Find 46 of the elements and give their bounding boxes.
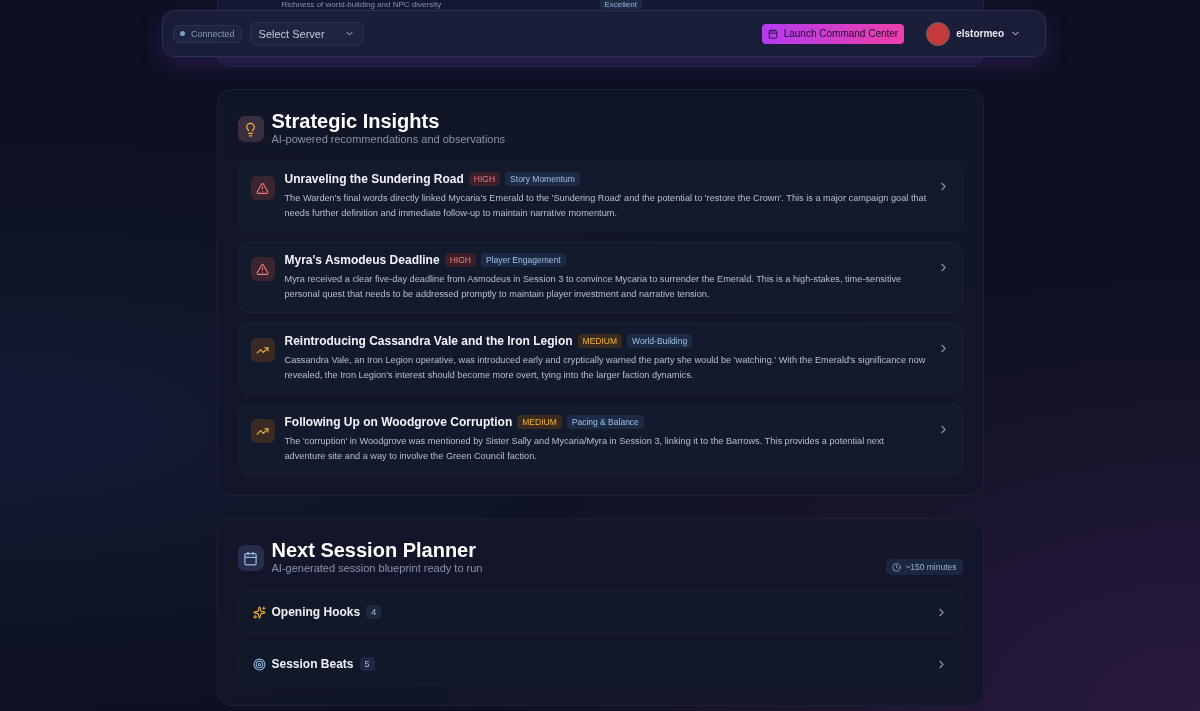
warning-icon — [250, 176, 275, 200]
insight-text: Myra received a clear five-day deadline from Asmodeus in Session 3 to convince Mycaria to surrender the Emerald. This is a high-stakes, time-sensitive personal quest that needs to be addressed promptly to maintain player investment and narrative tension. — [284, 273, 903, 301]
lightbulb-icon — [237, 116, 264, 142]
section-title: Next Session Planner — [271, 539, 478, 562]
planner-section[interactable]: Opening Hooks 4 — [237, 591, 963, 633]
insight-item[interactable] — [237, 242, 963, 313]
count-badge: 5 — [359, 657, 375, 671]
category-tag: Player Engagement — [480, 253, 566, 267]
launch-button[interactable]: Launch Command Center — [761, 23, 905, 44]
category-tag: World-Building — [627, 334, 693, 348]
insight-text: The 'corruption' in Woodgrove was mentioned by Sister Sally and Mycaria/Myra in Session 3, linking it to the Barrows. This provides a potential next adventure site and a way to involve the Green Council faction. — [284, 435, 886, 463]
trend-up-icon — [250, 419, 275, 443]
category-tag: Pacing & Balance — [566, 415, 644, 429]
rating-badge: Excellent — [599, 0, 642, 9]
category-tag: Story Momentum — [505, 172, 580, 186]
insight-title: Myra's Asmodeus Deadline — [284, 253, 440, 267]
section-title: Strategic Insights — [271, 110, 441, 133]
warning-icon — [250, 257, 275, 281]
duration-text: ~150 minutes — [905, 562, 957, 572]
clock-icon — [892, 562, 902, 572]
target-icon — [252, 657, 266, 671]
user-menu[interactable]: elstormeo — [920, 20, 1027, 47]
insight-title: Reintroducing Cassandra Vale and the Iron Legion — [284, 334, 573, 348]
insight-title: Following Up on Woodgrove Corruption — [284, 415, 513, 429]
server-select[interactable]: Select Server — [249, 21, 364, 46]
card-description: Richness of world-building and NPC diversity — [281, 0, 443, 9]
priority-badge: MEDIUM — [577, 334, 623, 348]
priority-badge: MEDIUM — [517, 415, 562, 429]
sparkles-icon — [252, 605, 266, 619]
insight-text: The Warden's final words directly linked Mycaria's Emerald to the 'Sundering Road' and the potential to 'restore the Crown'. This is a major campaign goal that needs further definition and immediate follow-up to maintain narrative momentum. — [284, 192, 927, 220]
trend-up-icon — [250, 338, 275, 362]
calendar-icon — [767, 28, 778, 39]
count-badge: 4 — [366, 605, 382, 619]
avatar — [926, 21, 951, 46]
insight-text: Cassandra Vale, an Iron Legion operative, was introduced early and cryptically warned the party she would be 'watching.' With the Emerald's significance now revealed, the Iron Legion's interest should become more overt, tying into the larger faction dynamics. — [284, 354, 927, 382]
section-subtitle: AI-powered recommendations and observations — [271, 133, 507, 145]
priority-badge: HIGH — [444, 253, 476, 267]
insight-title: Unraveling the Sundering Road — [284, 172, 464, 186]
insight-item[interactable] — [237, 323, 963, 394]
section-subtitle: AI-generated session blueprint ready to run — [271, 562, 484, 574]
status-label: Connected — [191, 28, 235, 39]
priority-badge: HIGH — [468, 172, 501, 186]
insight-item[interactable] — [237, 404, 963, 475]
calendar-icon — [237, 545, 264, 571]
insight-item[interactable] — [237, 161, 963, 232]
planner-section[interactable]: Session Beats 5 — [237, 643, 963, 685]
